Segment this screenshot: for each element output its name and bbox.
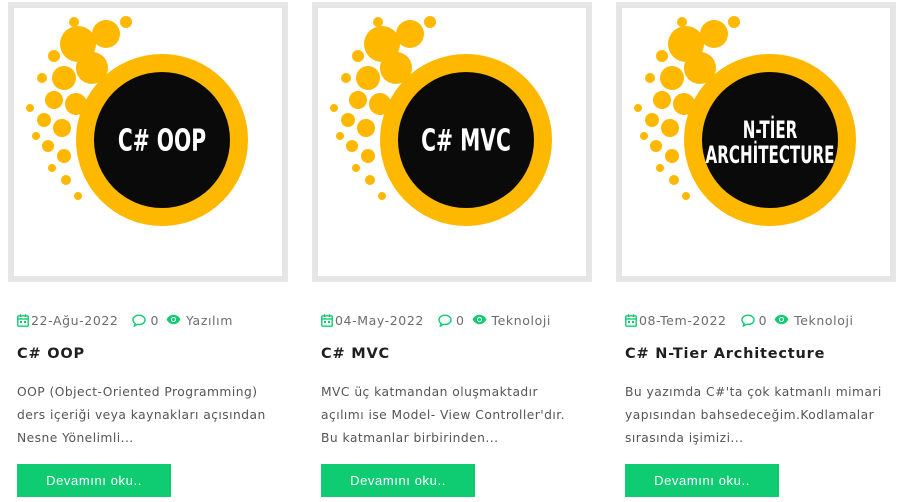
- post-title[interactable]: C# N-Tier Architecture: [625, 346, 825, 362]
- excerpt-line: sırasında işimizi...: [625, 431, 744, 445]
- logo-text-line: C# MVC: [421, 124, 511, 159]
- comment-icon[interactable]: [132, 313, 147, 327]
- logo-image: C# MVC: [330, 16, 552, 226]
- post-title[interactable]: C# OOP: [17, 346, 85, 362]
- excerpt-line: Bu katmanlar birbirinden...: [321, 431, 499, 445]
- post-card: C# MVC 04-May-2022 0 Teknoloji C# MVC MV…: [312, 0, 592, 502]
- eye-icon: [774, 314, 790, 327]
- post-date: 22-Ağu-2022: [31, 312, 119, 328]
- post-card: N-TİER ARCHİTECTURE 08-Tem-2022 0 Teknol…: [616, 0, 896, 502]
- excerpt-line: OOP (Object-Oriented Programming): [17, 385, 258, 399]
- post-category[interactable]: Yazılım: [186, 313, 233, 328]
- excerpt-line: ders içeriği veya kaynakları açısından: [17, 408, 266, 422]
- post-card: C# OOP 22-Ağu-2022 0 Yazılım C# OOP OOP …: [8, 0, 288, 502]
- post-category[interactable]: Teknoloji: [492, 313, 551, 328]
- post-excerpt: OOP (Object-Oriented Programming) ders i…: [17, 381, 283, 450]
- read-more-button[interactable]: Devamını oku..: [321, 464, 475, 497]
- read-more-button[interactable]: Devamını oku..: [17, 464, 171, 497]
- logo-image: N-TİER ARCHİTECTURE: [634, 16, 856, 226]
- post-title[interactable]: C# MVC: [321, 346, 390, 362]
- excerpt-line: yapısından bahsedeceğim.Kodlamalar: [625, 408, 875, 422]
- comment-icon[interactable]: [438, 313, 452, 327]
- post-date: 04-May-2022: [335, 312, 424, 328]
- post-thumbnail[interactable]: C# MVC: [312, 2, 592, 282]
- excerpt-line: MVC üç katmandan oluşmaktadır: [321, 385, 539, 399]
- logo-image: C# OOP: [26, 16, 248, 226]
- calendar-icon: [625, 313, 638, 327]
- excerpt-line: Nesne Yönelimli...: [17, 431, 134, 445]
- excerpt-line: Bu yazımda C#'ta çok katmanlı mimari: [625, 385, 882, 399]
- post-meta: 08-Tem-2022 0 Teknoloji: [625, 311, 897, 329]
- eye-icon: [472, 314, 488, 327]
- logo-text-line: ARCHİTECTURE: [706, 140, 835, 169]
- comment-icon[interactable]: [740, 313, 755, 327]
- post-date: 08-Tem-2022: [639, 312, 727, 328]
- post-excerpt: Bu yazımda C#'ta çok katmanlı mimari yap…: [625, 381, 891, 450]
- post-meta: 22-Ağu-2022 0 Yazılım: [17, 311, 289, 329]
- post-meta: 04-May-2022 0 Teknoloji: [321, 311, 593, 329]
- eye-icon: [166, 314, 182, 327]
- post-thumbnail[interactable]: N-TİER ARCHİTECTURE: [616, 2, 896, 282]
- comment-count: 0: [758, 312, 768, 328]
- calendar-icon: [17, 313, 30, 327]
- post-excerpt: MVC üç katmandan oluşmaktadır açılımı is…: [321, 381, 587, 450]
- comment-count: 0: [455, 312, 465, 328]
- calendar-icon: [321, 313, 334, 327]
- excerpt-line: açılımı ise Model- View Controller'dır.: [321, 408, 565, 422]
- logo-text-line: C# OOP: [118, 124, 206, 159]
- read-more-button[interactable]: Devamını oku..: [625, 464, 779, 497]
- post-category[interactable]: Teknoloji: [794, 313, 853, 328]
- post-thumbnail[interactable]: C# OOP: [8, 2, 288, 282]
- comment-count: 0: [150, 312, 160, 328]
